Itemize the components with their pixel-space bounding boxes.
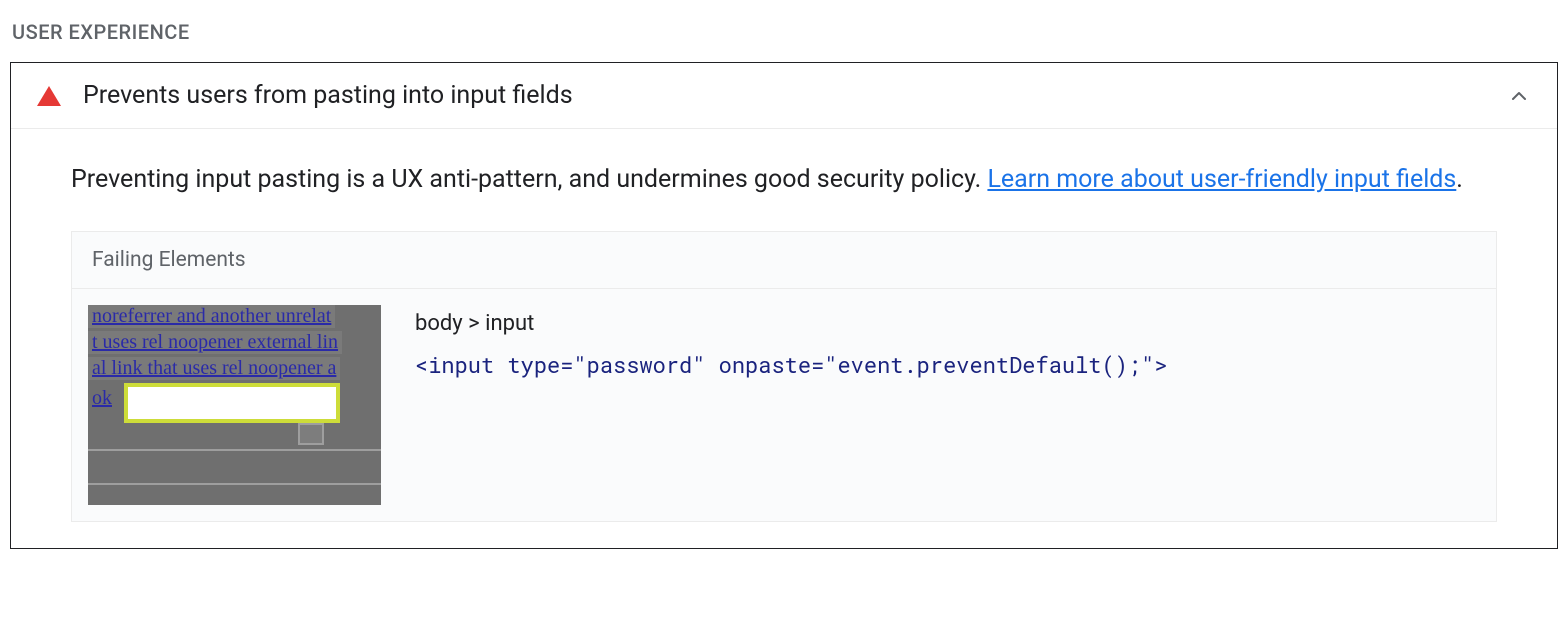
thumbnail-highlight-box xyxy=(124,383,340,423)
thumbnail-text-line: al link that uses rel noopener a xyxy=(88,357,340,380)
failing-elements-box: Failing Elements noreferrer and another … xyxy=(71,231,1497,522)
audit-description: Preventing input pasting is a UX anti-pa… xyxy=(71,157,1497,203)
thumbnail-divider xyxy=(88,483,381,485)
failing-elements-header: Failing Elements xyxy=(72,232,1496,289)
chevron-up-icon[interactable] xyxy=(1507,84,1531,108)
thumbnail-text-line: noreferrer and another unrelat xyxy=(88,305,335,328)
failing-element-row: noreferrer and another unrelat t uses re… xyxy=(72,289,1496,521)
element-thumbnail[interactable]: noreferrer and another unrelat t uses re… xyxy=(88,305,381,505)
thumbnail-text-ok: ok xyxy=(88,387,124,410)
thumbnail-divider xyxy=(88,449,381,451)
learn-more-link[interactable]: Learn more about user-friendly input fie… xyxy=(987,165,1456,194)
failing-element-info: body > input <input type="password" onpa… xyxy=(381,305,1480,505)
audit-card: Prevents users from pasting into input f… xyxy=(10,62,1558,549)
audit-title: Prevents users from pasting into input f… xyxy=(83,81,1507,110)
element-snippet: <input type="password" onpaste="event.pr… xyxy=(415,350,1480,381)
thumbnail-broken-image-icon xyxy=(298,423,324,445)
audit-body: Preventing input pasting is a UX anti-pa… xyxy=(11,129,1557,548)
audit-header[interactable]: Prevents users from pasting into input f… xyxy=(11,63,1557,129)
audit-description-suffix: . xyxy=(1456,165,1463,194)
thumbnail-text-line: t uses rel noopener external lin xyxy=(88,331,342,354)
audit-description-text: Preventing input pasting is a UX anti-pa… xyxy=(71,165,987,194)
element-selector: body > input xyxy=(415,311,1480,336)
section-title: USER EXPERIENCE xyxy=(12,20,1558,44)
warning-triangle-icon xyxy=(37,86,61,106)
